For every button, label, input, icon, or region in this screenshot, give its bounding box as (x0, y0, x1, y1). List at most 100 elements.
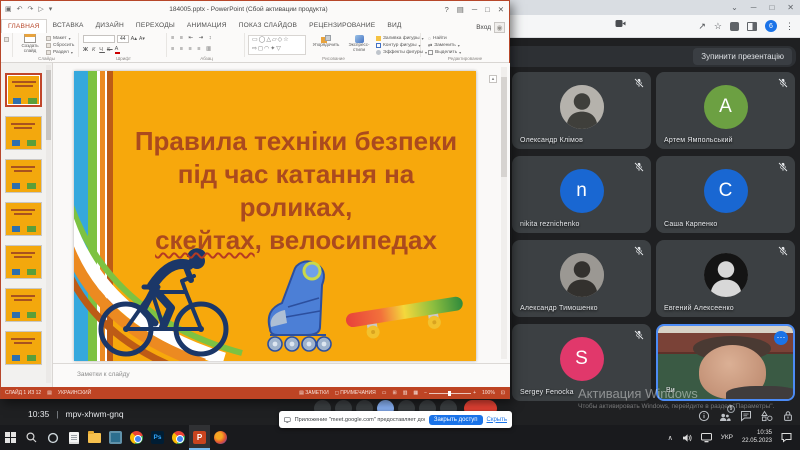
slide-thumbnail[interactable] (5, 116, 42, 150)
slide-thumbnail[interactable] (5, 202, 42, 236)
slide-thumbnail[interactable] (5, 159, 42, 193)
stop-sharing-button[interactable]: Закрыть доступ (429, 415, 483, 425)
editor-collapse-button[interactable]: ▴ (489, 75, 497, 83)
language-tray[interactable]: УКР (721, 434, 733, 441)
ppt-tab[interactable]: РЕЦЕНЗИРОВАНИЕ (303, 19, 381, 33)
tray-expand-icon[interactable]: ∧ (668, 434, 673, 442)
participant-tile[interactable]: S Sergey Fenocka (512, 324, 651, 401)
layout-button[interactable]: Макет▾ (46, 35, 74, 42)
sharing-camera-icon[interactable] (615, 19, 626, 28)
info-icon[interactable] (698, 410, 710, 422)
bold-button[interactable]: Ж (83, 47, 90, 53)
participant-tile[interactable]: Александр Тимошенко (512, 240, 651, 317)
redo-icon[interactable]: ↷ (28, 5, 34, 13)
arrange-button[interactable]: Упорядочить (310, 35, 342, 48)
shape-outline-button[interactable]: Контур фигуры▾ (376, 42, 427, 49)
view-slideshow-icon[interactable]: ▦ (413, 390, 418, 396)
slide-editor[interactable]: Правила техніки безпеки під час катання … (53, 63, 510, 363)
participant-tile[interactable]: Евгений Алексеенко (656, 240, 795, 317)
language-indicator[interactable]: УКРАИНСКИЙ (58, 390, 91, 396)
slide-thumbnail[interactable] (5, 73, 42, 107)
file-explorer-icon[interactable] (84, 425, 105, 450)
strikethrough-button[interactable]: S (107, 47, 113, 53)
cortana-icon[interactable] (42, 425, 63, 450)
window-minimize-icon[interactable]: ─ (751, 3, 757, 12)
view-sorter-icon[interactable]: ⊞ (392, 390, 396, 396)
italic-button[interactable]: К (92, 47, 97, 53)
select-button[interactable]: Выделить▾ (428, 49, 461, 56)
bookmark-star-icon[interactable]: ☆ (714, 21, 722, 32)
host-controls-lock-icon[interactable] (782, 410, 794, 422)
app-icon[interactable] (105, 425, 126, 450)
font-name-input[interactable] (83, 35, 115, 43)
tray-clock[interactable]: 10:35 22.05.2023 (742, 430, 772, 446)
ppt-tab[interactable]: АНИМАЦИЯ (181, 19, 233, 33)
tab-search-icon[interactable]: ⌄ (731, 3, 738, 12)
more-options-button[interactable]: ⋯ (774, 331, 788, 345)
list-buttons[interactable]: ≡ ≡ ⇤ ⇥ ↕ (171, 35, 214, 41)
activities-icon[interactable] (761, 410, 773, 422)
slide-thumbnail-panel[interactable] (1, 63, 53, 387)
editor-scrollbar[interactable] (501, 67, 507, 359)
participant-tile[interactable]: n nikita reznichenko (512, 156, 651, 233)
network-display-icon[interactable] (701, 433, 712, 443)
profile-badge[interactable]: 6 (765, 20, 777, 32)
participant-tile[interactable]: ⋯ Ви (656, 324, 795, 401)
shape-effects-button[interactable]: Эффекты фигуры▾ (376, 49, 427, 56)
participant-tile[interactable]: A Артем Ямпольський (656, 72, 795, 149)
slide-title[interactable]: Правила техніки безпеки під час катання … (122, 125, 470, 257)
slide-thumbnail[interactable] (5, 288, 42, 322)
help-icon[interactable]: ? (445, 5, 449, 14)
spellcheck-icon[interactable]: ▤ (47, 390, 52, 396)
volume-icon[interactable] (682, 433, 692, 443)
powerpoint-taskbar-icon[interactable]: P (189, 425, 210, 450)
ppt-tab[interactable]: ПОКАЗ СЛАЙДОВ (233, 19, 303, 33)
sign-in[interactable]: Вход ◉ (476, 22, 509, 33)
undo-icon[interactable]: ↶ (17, 5, 23, 13)
slideshow-icon[interactable]: ▷ (38, 5, 43, 13)
chrome-icon[interactable] (126, 425, 147, 450)
stop-presentation-button[interactable]: Зупинити презентацію (693, 48, 792, 65)
comments-toggle[interactable]: ◻ ПРИМЕЧАНИЯ (335, 390, 376, 396)
paste-icon[interactable] (4, 37, 9, 42)
browser-menu-icon[interactable]: ⋮ (785, 21, 794, 32)
ppt-tab[interactable]: ВСТАВКА (47, 19, 90, 33)
notepad-icon[interactable] (63, 425, 84, 450)
underline-button[interactable]: Ч (99, 47, 105, 53)
chat-icon[interactable] (740, 410, 752, 422)
align-buttons[interactable]: ≡ ≡ ≡ ≡ ▥ (171, 46, 213, 52)
ppt-minimize-icon[interactable]: ─ (472, 5, 477, 14)
slide-thumbnail[interactable] (5, 245, 42, 279)
start-button[interactable] (0, 425, 21, 450)
find-button[interactable]: ◌Найти (428, 35, 461, 42)
font-color-button[interactable]: A (115, 46, 121, 54)
ppt-tab[interactable]: ГЛАВНАЯ (1, 19, 47, 33)
quick-styles-button[interactable]: Экспресс-стили (344, 35, 374, 53)
browser-profile-icon[interactable] (168, 425, 189, 450)
shrink-font-icon[interactable]: A▾ (139, 36, 145, 42)
notes-pane[interactable]: Заметки к слайду (53, 363, 510, 387)
window-maximize-icon[interactable]: □ (769, 3, 774, 12)
shape-fill-button[interactable]: Заливка фигуры▾ (376, 35, 427, 42)
notes-toggle[interactable]: ▤ ЗАМЕТКИ (299, 390, 329, 396)
new-slide-button[interactable]: Создать слайд (16, 34, 44, 54)
taskbar-search-icon[interactable] (21, 425, 42, 450)
extension-icon[interactable] (730, 22, 739, 31)
participant-tile[interactable]: Олександр Клімов (512, 72, 651, 149)
fit-slide-icon[interactable]: ⊡ (501, 390, 505, 396)
app-icon-2[interactable] (210, 425, 231, 450)
section-button[interactable]: Раздел▾ (46, 49, 74, 56)
zoom-level[interactable]: 100% (482, 390, 495, 396)
shapes-gallery[interactable]: ▭◯△▱◇☆⇨◻◠✦▽ (248, 35, 306, 55)
share-icon[interactable]: ↗ (698, 21, 706, 32)
participant-tile[interactable]: C Саша Карпенко (656, 156, 795, 233)
action-center-icon[interactable] (781, 432, 792, 443)
ribbon-options-icon[interactable]: ▤ (457, 5, 464, 14)
grow-font-icon[interactable]: A▴ (131, 36, 137, 42)
font-size-input[interactable]: 44 (117, 35, 129, 43)
replace-button[interactable]: ⇄Заменить▾ (428, 42, 461, 49)
ppt-tab[interactable]: ВИД (381, 19, 407, 33)
ppt-close-icon[interactable]: ✕ (498, 5, 504, 14)
view-normal-icon[interactable]: ▭ (382, 390, 387, 396)
zoom-slider[interactable]: −+ (424, 390, 476, 396)
